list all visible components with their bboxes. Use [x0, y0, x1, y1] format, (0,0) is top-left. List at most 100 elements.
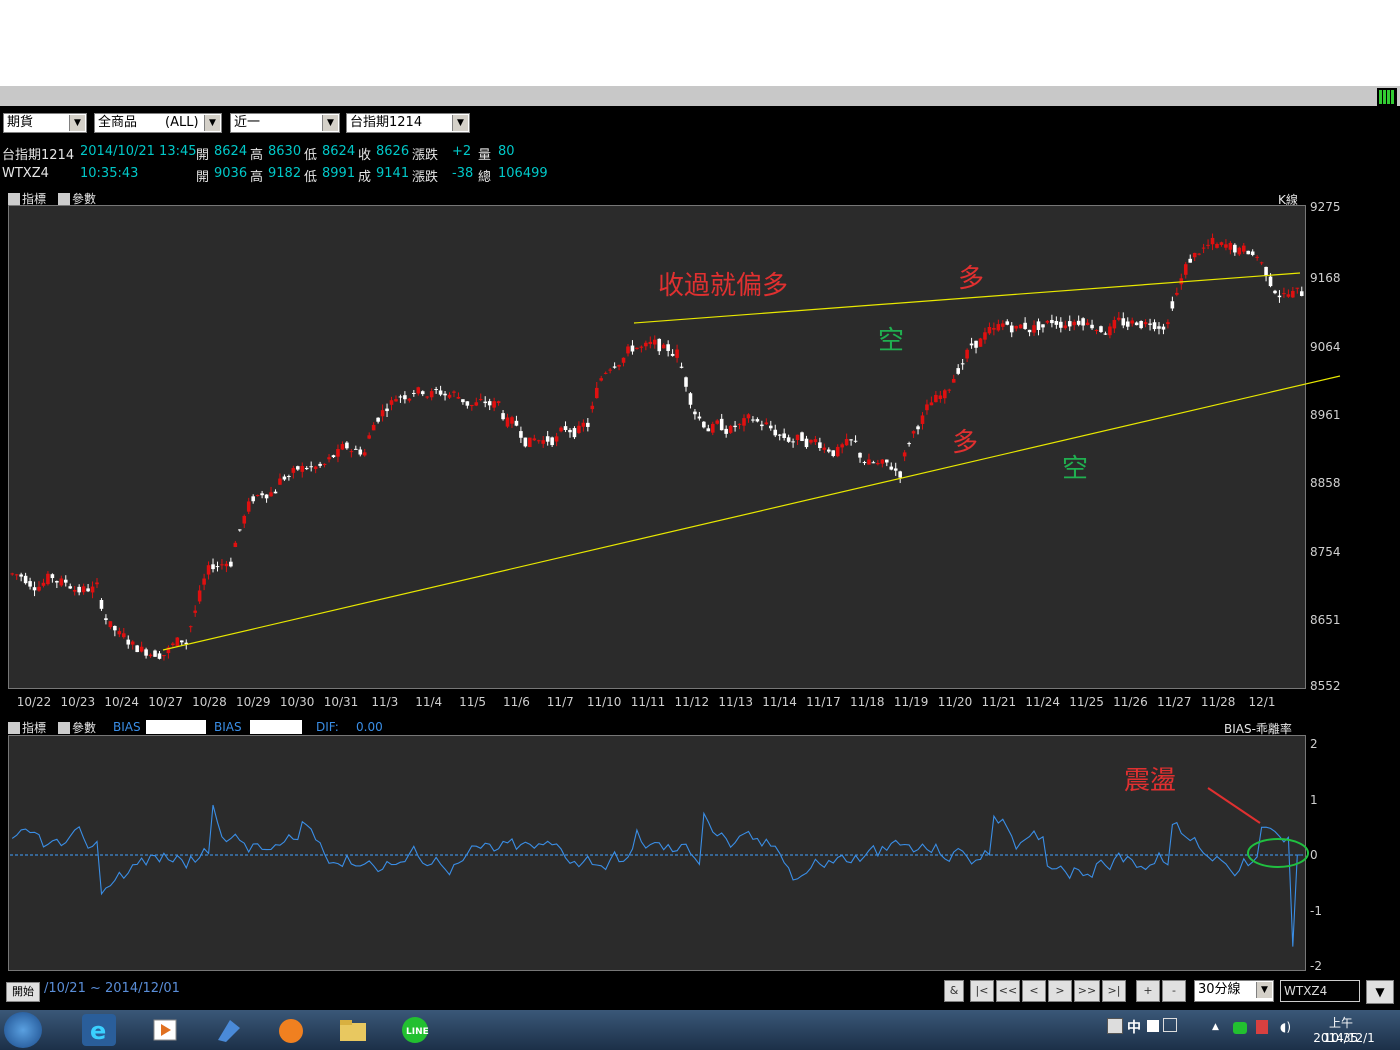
candle-body [501, 413, 505, 420]
dif-label: DIF: [316, 720, 339, 734]
app-icon[interactable] [212, 1014, 246, 1046]
x-tick-label: 11/3 [371, 695, 399, 709]
candle-body [394, 399, 398, 402]
candle-body [528, 437, 532, 448]
candle-body [992, 328, 996, 330]
candle-body [345, 442, 349, 449]
candle-body [876, 462, 880, 465]
start-button[interactable]: 開始 [6, 982, 40, 1002]
x-tick-label: 11/17 [806, 695, 841, 709]
candle-body [519, 431, 523, 438]
candle-body [403, 395, 407, 400]
candle-body [1273, 290, 1277, 294]
fast-back-button[interactable]: << [996, 980, 1020, 1002]
annotation-circle [1247, 838, 1309, 868]
fast-forward-button[interactable]: >> [1074, 980, 1100, 1002]
candle-body [1018, 324, 1023, 329]
candle-body [902, 452, 907, 457]
candle-body [175, 637, 180, 647]
candle-body [1072, 321, 1076, 326]
candle-body [331, 455, 336, 458]
keyboard-icon[interactable] [1163, 1018, 1177, 1032]
candle-body [113, 625, 117, 631]
annotation-bear-1: 空 [878, 326, 905, 356]
candle-body [139, 646, 144, 652]
candle-body [621, 357, 626, 363]
candle-body [956, 368, 960, 374]
candle-body [586, 422, 590, 427]
volume-icon[interactable]: ◖) [1280, 1020, 1291, 1034]
candle-body [407, 398, 412, 401]
candle-body [675, 349, 679, 358]
candle-body [746, 414, 751, 419]
candle-body [202, 578, 206, 585]
candle-body [639, 346, 644, 348]
bias-y-tick-label: 0 [1310, 848, 1318, 862]
candle-body [465, 401, 470, 406]
candle-body [559, 427, 563, 432]
candle-body [126, 639, 131, 645]
flag-icon[interactable] [1256, 1020, 1268, 1034]
x-tick-label: 11/21 [981, 695, 1017, 709]
candle-body [121, 633, 126, 638]
browser-icon[interactable] [274, 1014, 308, 1046]
last-button[interactable]: >| [1102, 980, 1126, 1002]
y-tick-label: 8858 [1310, 476, 1341, 491]
candle-body [206, 565, 211, 575]
windows-start-icon[interactable] [4, 1012, 42, 1048]
clock-date[interactable]: 2014/12/1 [1312, 1031, 1376, 1045]
candle-body [77, 586, 81, 593]
candle-body [617, 365, 621, 367]
tray-expand-icon[interactable]: ▲ [1212, 1022, 1219, 1032]
x-tick-label: 11/28 [1200, 695, 1236, 709]
period-select[interactable]: 30分線 ▼ [1194, 980, 1274, 1002]
first-button[interactable]: |< [970, 980, 994, 1002]
x-tick-label: 11/25 [1069, 695, 1104, 709]
folder-icon[interactable] [336, 1014, 370, 1046]
line-app-icon[interactable]: LINE [398, 1014, 432, 1046]
candle-body [1259, 262, 1264, 264]
ime-mode-icon[interactable] [1147, 1020, 1159, 1032]
media-player-icon[interactable] [148, 1014, 182, 1046]
candle-body [130, 641, 135, 645]
candle-body [1108, 326, 1112, 336]
candle-body [14, 574, 19, 576]
line-tray-icon[interactable] [1233, 1022, 1247, 1034]
candle-body [1295, 287, 1300, 289]
zoom-in-button[interactable]: + [1136, 980, 1160, 1002]
candle-body [1050, 319, 1054, 324]
candle-body [679, 366, 684, 368]
candle-body [1233, 244, 1237, 253]
language-icon[interactable] [1107, 1018, 1123, 1034]
candle-body [487, 401, 492, 406]
x-tick-label: 11/24 [1025, 695, 1060, 709]
dropdown-arrow-icon[interactable]: ▼ [1366, 980, 1394, 1004]
forward-button[interactable]: > [1048, 980, 1072, 1002]
x-tick-label: 11/6 [502, 695, 530, 709]
candle-body [1148, 323, 1152, 325]
candle-body [188, 626, 193, 628]
back-button[interactable]: < [1022, 980, 1046, 1002]
candle-body [1139, 320, 1143, 329]
candle-body [1188, 258, 1193, 263]
candle-body [1197, 253, 1201, 255]
candle-body [1228, 242, 1233, 250]
amp-button[interactable]: & [944, 980, 964, 1002]
candle-body [1076, 320, 1081, 325]
zoom-out-button[interactable]: - [1162, 980, 1186, 1002]
candle-body [456, 396, 461, 399]
candle-body [153, 650, 157, 657]
bias-y-tick-label: 1 [1310, 792, 1318, 807]
sub-param-button[interactable]: 參數 [58, 719, 96, 736]
ime-indicator[interactable]: 中 [1127, 1017, 1141, 1037]
candle-body [23, 575, 28, 584]
candle-body [996, 324, 1001, 331]
sub-indicator-button[interactable]: 指標 [8, 719, 46, 736]
symbol-input[interactable]: WTXZ4 [1280, 980, 1360, 1002]
candle-body [898, 471, 902, 478]
candle-body [1063, 325, 1068, 329]
svg-text:LINE: LINE [406, 1027, 429, 1037]
candle-body [1192, 252, 1197, 258]
candle-body [1009, 325, 1014, 333]
ie-icon[interactable]: e [82, 1014, 116, 1046]
